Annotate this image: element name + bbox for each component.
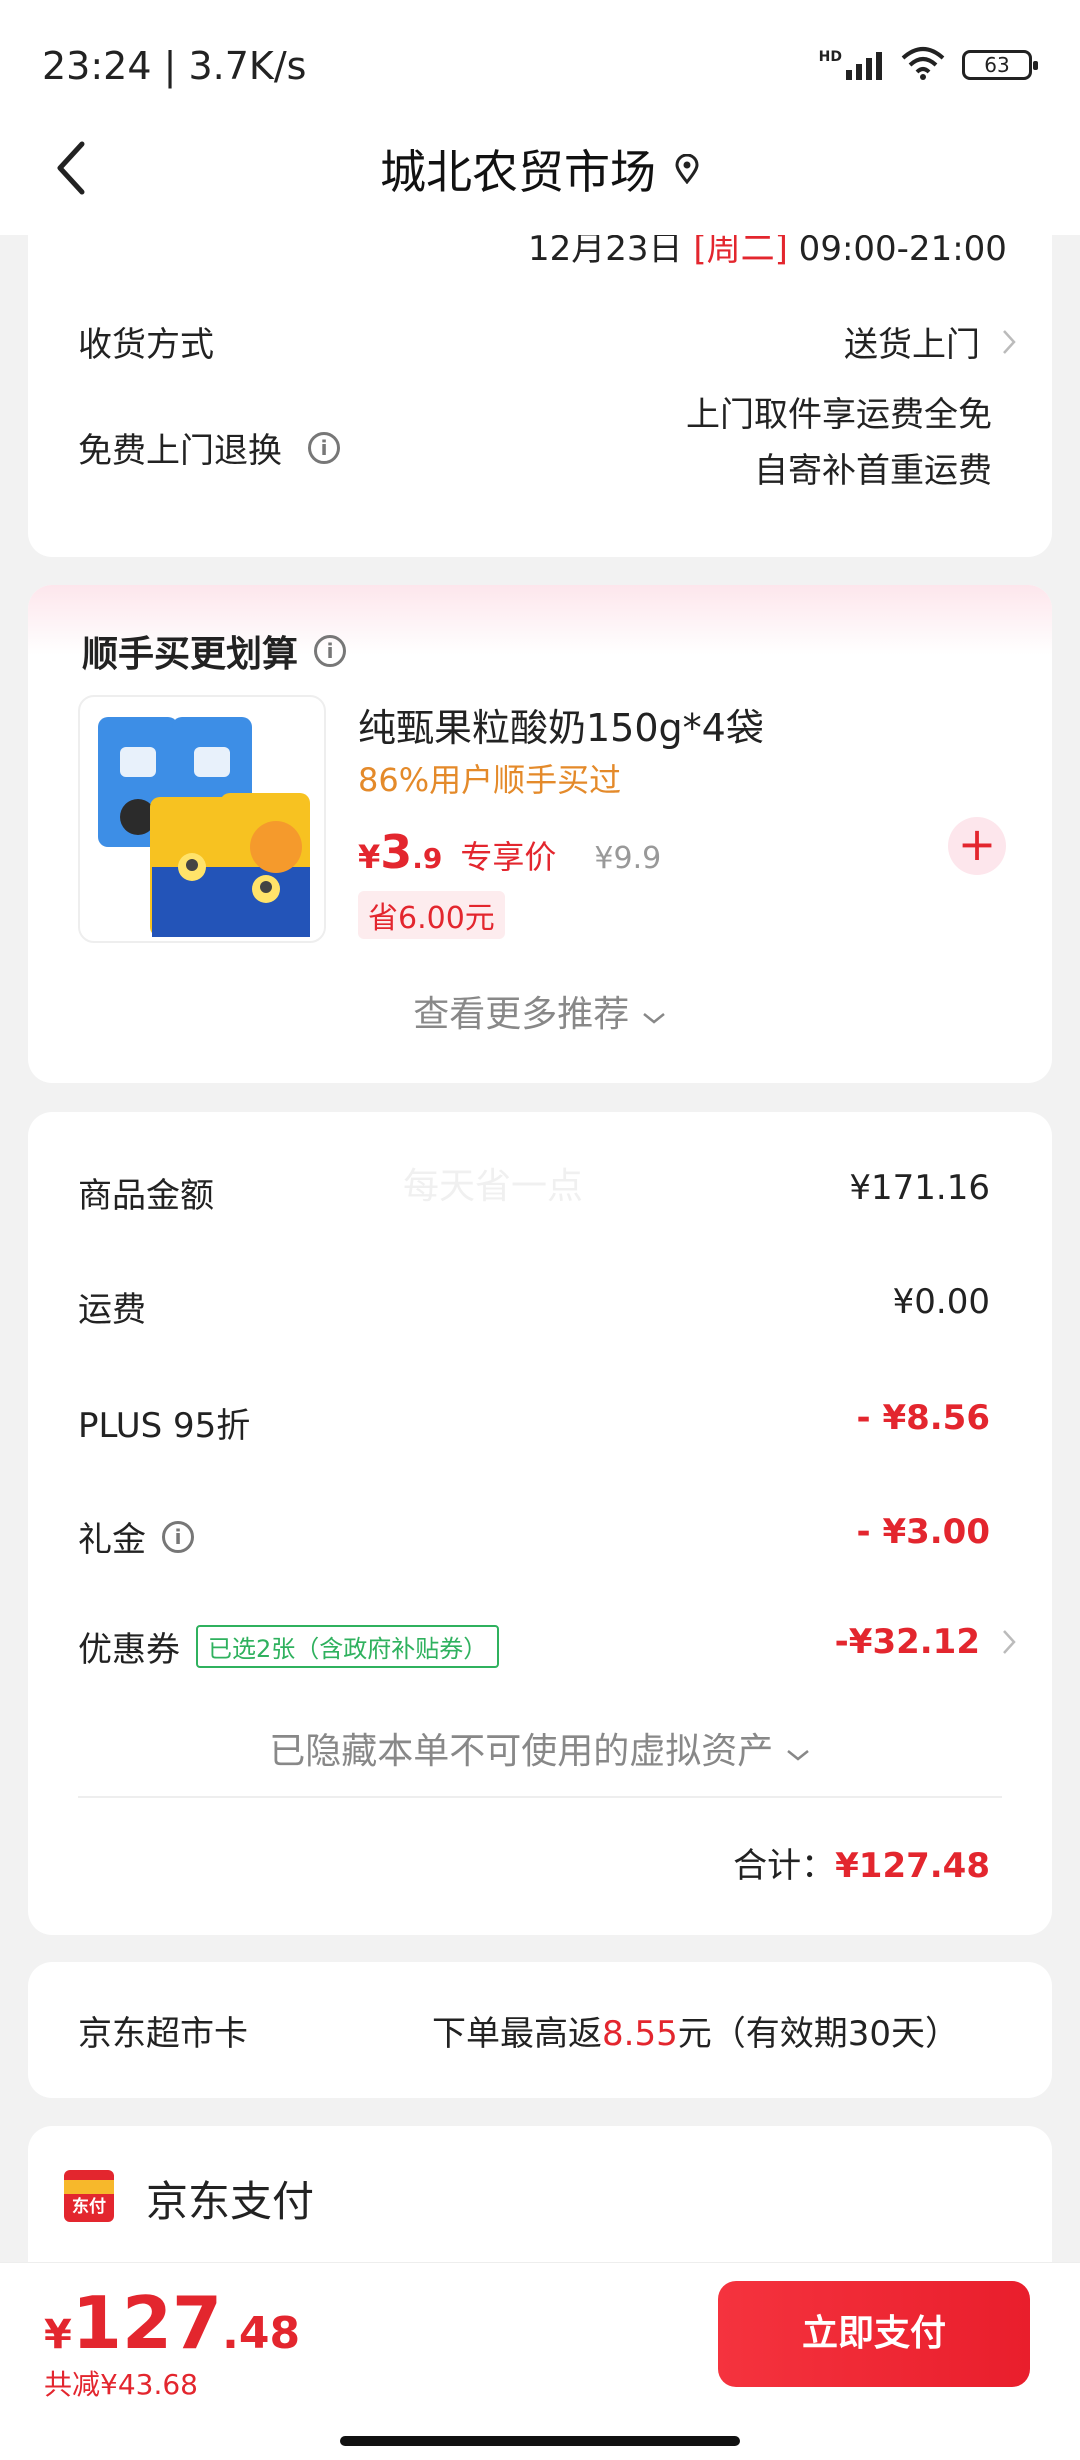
product-image[interactable] — [78, 695, 326, 943]
wifi-icon — [900, 46, 946, 84]
delivery-date: 12月23日 — [528, 235, 694, 269]
coupon-label: 优惠券 — [78, 1630, 180, 1670]
price-currency: ¥3.9 — [358, 825, 443, 879]
pay-now-button[interactable]: 立即支付 — [718, 2281, 1030, 2387]
chevron-right-icon — [1003, 329, 1016, 354]
free-return-line1: 上门取件享运费全免 — [686, 395, 992, 435]
price-tag: 专享价 — [460, 838, 557, 876]
bottom-checkout-bar: ¥127.48 共减¥43.68 立即支付 — [0, 2262, 1080, 2460]
page-title[interactable]: 城北农贸市场 — [0, 136, 1080, 202]
status-time: 23:24 | 3.7K/s — [42, 44, 307, 88]
info-icon[interactable]: i — [162, 1520, 194, 1553]
hidden-assets-label: 已隐藏本单不可使用的虚拟资产 — [269, 1731, 774, 1772]
delivery-card: 12月23日 [周二] 09:00-21:00 收货方式 送货上门 免费上门退换… — [28, 235, 1052, 557]
chevron-down-icon — [786, 1750, 809, 1761]
delivery-method-row[interactable]: 送货上门 — [844, 317, 1016, 366]
signal-icon: HD — [819, 50, 884, 80]
shipping-label: 运费 — [78, 1290, 146, 1330]
order-total-value: ¥127.48 — [835, 1846, 990, 1886]
jd-pay-icon-text: 东付 — [72, 2197, 106, 2217]
free-return-label: 免费上门退换 — [78, 431, 282, 471]
delivery-time-line[interactable]: 12月23日 [周二] 09:00-21:00 — [528, 235, 1007, 270]
payment-method-name: 京东支付 — [146, 2177, 315, 2226]
free-return-label-row: 免费上门退换 i — [78, 423, 340, 472]
coupon-label-row[interactable]: 优惠券 已选2张（含政府补贴券） — [78, 1622, 500, 1671]
gift-cash-label-row: 礼金 i — [78, 1512, 194, 1561]
battery-icon: 63 — [962, 50, 1038, 80]
chevron-down-icon — [642, 1013, 665, 1024]
total-savings: 共减¥43.68 — [44, 2368, 198, 2401]
recommendation-card: 顺手买更划算 i 纯甄果粒酸奶150g*4袋 86%用户顺手买过 ¥3.9 专享… — [28, 585, 1052, 1083]
info-icon[interactable]: i — [308, 431, 340, 464]
cashback-prefix: 下单最高返 — [432, 2014, 602, 2054]
info-icon[interactable]: i — [314, 635, 347, 667]
savings-badge: 省6.00元 — [358, 891, 505, 939]
delivery-method-label: 收货方式 — [78, 325, 214, 365]
watermark: 每天省一点 — [403, 1166, 584, 1207]
checkout-currency: ¥ — [44, 2312, 72, 2358]
product-name[interactable]: 纯甄果粒酸奶150g*4袋 — [358, 697, 764, 752]
coupon-selected-badge: 已选2张（含政府补贴券） — [196, 1625, 500, 1668]
coupon-value: -¥32.12 — [834, 1622, 980, 1662]
more-recommendations-label: 查看更多推荐 — [413, 994, 630, 1035]
coupon-value-row[interactable]: -¥32.12 — [835, 1622, 1016, 1662]
original-price: ¥9.9 — [594, 841, 662, 876]
jd-pay-icon: 东付 — [64, 2170, 114, 2222]
more-recommendations-button[interactable]: 查看更多推荐 — [28, 985, 1052, 1037]
checkout-total-dec: .48 — [222, 2308, 301, 2359]
status-icons: HD 63 — [819, 46, 1038, 84]
page-title-text: 城北农贸市场 — [380, 145, 656, 199]
product-hint: 86%用户顺手买过 — [358, 761, 622, 799]
delivery-day: [周二] — [693, 235, 788, 269]
network-label: HD — [818, 49, 842, 65]
checkout-total-int: 127 — [71, 2281, 223, 2365]
product-price: ¥3.9 专享价 ¥9.9 — [358, 825, 661, 879]
cashback-amount: 8.55 — [602, 2014, 678, 2054]
shipping-value: ¥0.00 — [892, 1282, 990, 1322]
location-pin-icon — [675, 154, 699, 184]
chevron-right-icon — [1003, 1630, 1016, 1654]
free-return-value: 上门取件享运费全免 自寄补首重运费 — [686, 387, 992, 499]
order-total-label: 合计： — [733, 1846, 836, 1886]
recommendation-title-row: 顺手买更划算 i — [82, 625, 347, 677]
supermarket-card-row[interactable]: 京东超市卡 下单最高返8.55元（有效期30天） — [28, 1962, 1052, 2098]
plus-discount-value: - ¥8.56 — [856, 1398, 991, 1438]
supermarket-card-label: 京东超市卡 — [78, 2014, 248, 2054]
cashback-suffix: 元（有效期30天） — [677, 2014, 959, 2054]
supermarket-card-value: 下单最高返8.55元（有效期30天） — [432, 2006, 959, 2055]
amount-row-label: 商品金额 — [78, 1176, 214, 1216]
nav-bar: 城北农贸市场 — [0, 100, 1080, 235]
add-to-cart-button[interactable]: + — [948, 817, 1006, 875]
gift-cash-label: 礼金 — [78, 1520, 146, 1560]
recommendation-title: 顺手买更划算 — [82, 634, 299, 675]
home-indicator[interactable] — [340, 2436, 740, 2446]
order-total: 合计：¥127.48 — [733, 1838, 990, 1887]
delivery-time: 09:00-21:00 — [787, 235, 1007, 269]
checkout-total: ¥127.48 — [44, 2281, 300, 2365]
plus-discount-label: PLUS 95折 — [78, 1406, 251, 1446]
amount-card: 每天省一点 商品金额 ¥171.16 运费 ¥0.00 PLUS 95折 - ¥… — [28, 1112, 1052, 1935]
amount-row-value: ¥171.16 — [849, 1168, 990, 1208]
delivery-method-value: 送货上门 — [844, 325, 980, 365]
free-return-line2: 自寄补首重运费 — [754, 451, 992, 491]
divider — [78, 1796, 1002, 1798]
hidden-assets-toggle[interactable]: 已隐藏本单不可使用的虚拟资产 — [28, 1722, 1052, 1774]
gift-cash-value: - ¥3.00 — [856, 1512, 991, 1552]
